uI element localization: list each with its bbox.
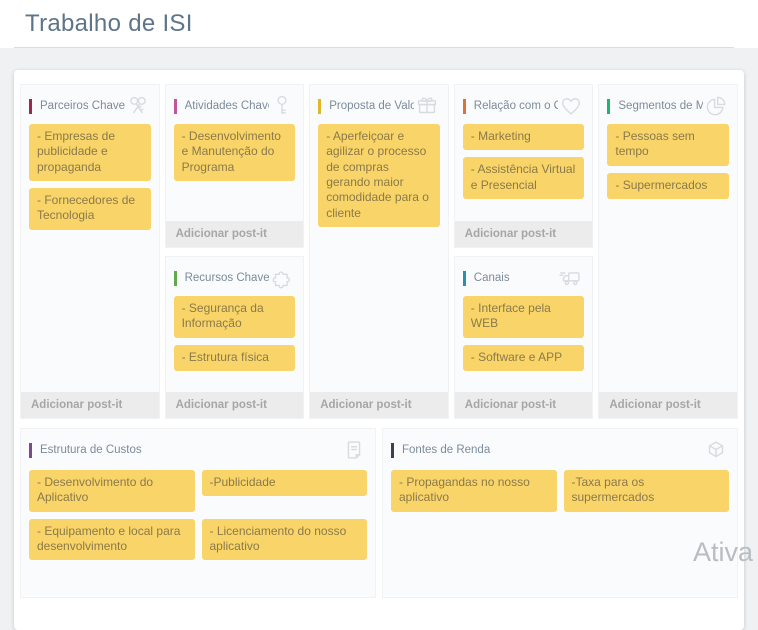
section-canais: Canais - Interface pela WEB - Software e… (454, 256, 594, 419)
section-proposta-de-valor: Proposta de Valor - Aperfeiçoar e agiliz… (309, 84, 449, 419)
accent-bar (391, 443, 394, 458)
postit-note[interactable]: - Empresas de publicidade e propaganda (29, 124, 151, 181)
section-header: Recursos Chave (166, 257, 304, 296)
key-icon (269, 93, 295, 119)
section-header: Fontes de Renda (383, 429, 737, 468)
postit-note[interactable]: - Equipamento e local para desenvolvimen… (29, 519, 195, 561)
accent-bar (174, 99, 177, 114)
postit-note[interactable]: - Estrutura física (174, 345, 296, 371)
section-title: Estrutura de Custos (40, 444, 341, 456)
add-postit-button[interactable]: Adicionar post-it (310, 392, 448, 418)
postit-note[interactable]: - Pessoas sem tempo (607, 124, 729, 166)
section-title: Fontes de Renda (402, 444, 703, 456)
accent-bar (29, 99, 32, 114)
section-segmentos-de-mercado: Segmentos de Mercado - Pessoas sem tempo… (598, 84, 738, 419)
section-header: Proposta de Valor (310, 85, 448, 124)
postit-note[interactable]: -Taxa para os supermercados (564, 470, 730, 512)
column-proposta: Proposta de Valor - Aperfeiçoar e agiliz… (309, 84, 449, 419)
accent-bar (29, 443, 32, 458)
accent-bar (318, 99, 321, 114)
section-title: Segmentos de Mercado (618, 100, 703, 112)
top-bar: Trabalho de ISI (0, 0, 758, 48)
section-title: Recursos Chave (185, 272, 270, 284)
page-title: Trabalho de ISI (14, 0, 734, 47)
postit-note[interactable]: - Aperfeiçoar e agilizar o processo de c… (318, 124, 440, 227)
postit-note[interactable]: - Desenvolvimento e Manutenção do Progra… (174, 124, 296, 181)
add-postit-button[interactable]: Adicionar post-it (166, 221, 304, 247)
business-model-canvas: Parceiros Chave - Empresas de publicidad… (14, 70, 744, 630)
section-recursos-chave: Recursos Chave - Segurança da Informação… (165, 256, 305, 419)
postit-note[interactable]: - Software e APP (463, 345, 585, 371)
top-bar-divider: Trabalho de ISI (14, 0, 734, 48)
accent-bar (463, 271, 466, 286)
accent-bar (174, 271, 177, 286)
section-title: Parceiros Chave (40, 100, 125, 112)
money-bag-icon (703, 437, 729, 463)
section-atividades-chave: Atividades Chave - Desenvolvimento e Man… (165, 84, 305, 248)
column-parceiros: Parceiros Chave - Empresas de publicidad… (20, 84, 160, 419)
postit-note[interactable]: - Assistência Virtual e Presencial (463, 157, 585, 199)
postit-note[interactable]: - Desenvolvimento do Aplicativo (29, 470, 195, 512)
section-parceiros-chave: Parceiros Chave - Empresas de publicidad… (20, 84, 160, 419)
windows-activation-watermark: Ativa (693, 537, 753, 568)
section-header: Segmentos de Mercado (599, 85, 737, 124)
section-title: Atividades Chave (185, 100, 270, 112)
puzzle-icon (269, 265, 295, 291)
postit-note[interactable]: -Publicidade (202, 470, 368, 496)
section-header: Parceiros Chave (21, 85, 159, 124)
postit-note[interactable]: - Segurança da Informação (174, 296, 296, 338)
keys-icon (125, 93, 151, 119)
section-header: Relação com o Cliente (455, 85, 593, 124)
accent-bar (607, 99, 610, 114)
postit-note[interactable]: - Licenciamento do nosso aplicativo (202, 519, 368, 561)
add-postit-button[interactable]: Adicionar post-it (21, 392, 159, 418)
section-relacao-com-o-cliente: Relação com o Cliente - Marketing - Assi… (454, 84, 594, 248)
truck-icon (558, 265, 584, 291)
section-header: Atividades Chave (166, 85, 304, 124)
add-postit-button[interactable]: Adicionar post-it (455, 392, 593, 418)
gift-icon (414, 93, 440, 119)
document-icon (341, 437, 367, 463)
postit-note[interactable]: - Marketing (463, 124, 585, 150)
postit-note[interactable]: - Propagandas no nosso aplicativo (391, 470, 557, 512)
postit-note[interactable]: - Supermercados (607, 173, 729, 199)
add-postit-button[interactable]: Adicionar post-it (166, 392, 304, 418)
postit-grid: - Propagandas no nosso aplicativo -Taxa … (383, 468, 737, 512)
add-postit-button[interactable]: Adicionar post-it (599, 392, 737, 418)
section-title: Relação com o Cliente (474, 100, 559, 112)
pie-chart-icon (703, 93, 729, 119)
postit-note[interactable]: - Interface pela WEB (463, 296, 585, 338)
section-title: Canais (474, 272, 559, 284)
section-header: Canais (455, 257, 593, 296)
column-relacao: Relação com o Cliente - Marketing - Assi… (454, 84, 594, 419)
postit-grid: - Desenvolvimento do Aplicativo -Publici… (21, 468, 375, 560)
accent-bar (463, 99, 466, 114)
column-atividades: Atividades Chave - Desenvolvimento e Man… (165, 84, 305, 419)
canvas-main-row: Parceiros Chave - Empresas de publicidad… (20, 84, 738, 419)
section-header: Estrutura de Custos (21, 429, 375, 468)
postit-note[interactable]: - Fornecedores de Tecnologia (29, 188, 151, 230)
section-title: Proposta de Valor (329, 100, 414, 112)
heart-icon (558, 93, 584, 119)
add-postit-button[interactable]: Adicionar post-it (455, 221, 593, 247)
column-segmentos: Segmentos de Mercado - Pessoas sem tempo… (598, 84, 738, 419)
